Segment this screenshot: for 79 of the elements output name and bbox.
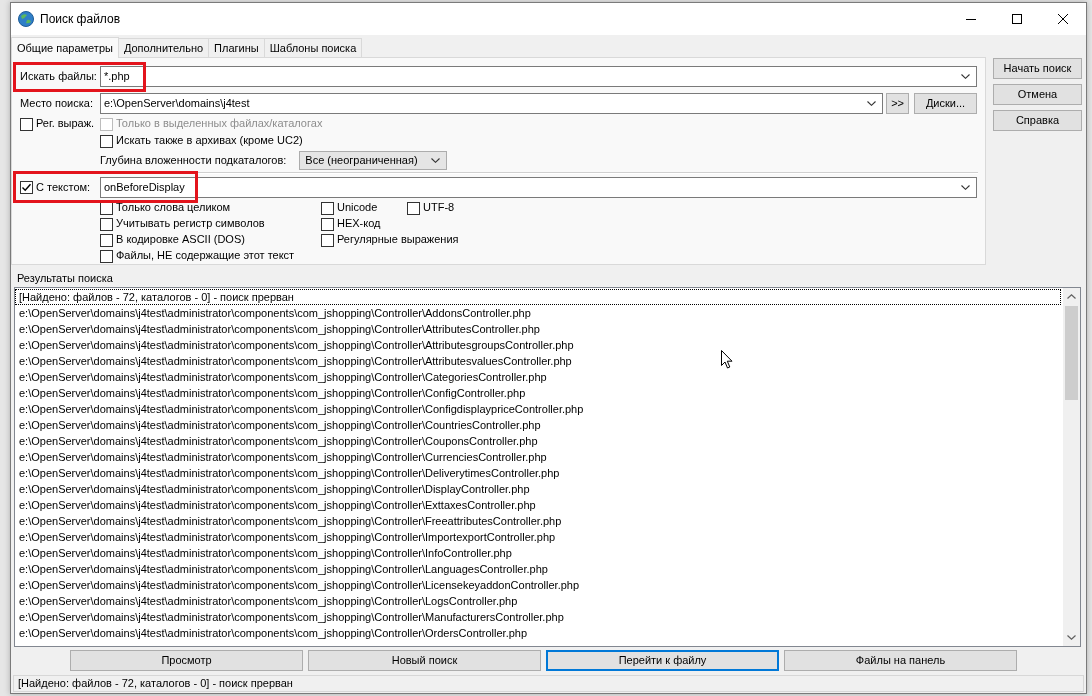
tab[interactable]: Общие параметры — [11, 37, 119, 58]
checkbox-label: Только в выделенных файлах/каталогах — [116, 117, 323, 131]
result-row[interactable]: e:\OpenServer\domains\j4test\administrator\components\com_jshopping\Controller\AddonsController.php — [15, 305, 1061, 321]
result-row[interactable]: e:\OpenServer\domains\j4test\administrator\components\com_jshopping\Controller\InfoController.php — [15, 545, 1061, 561]
result-row[interactable]: e:\OpenServer\domains\j4test\administrator\components\com_jshopping\Controller\ConfigController.php — [15, 385, 1061, 401]
checkbox[interactable] — [100, 217, 113, 231]
result-row[interactable]: e:\OpenServer\domains\j4test\administrator\components\com_jshopping\Controller\OrdersController.php — [15, 625, 1061, 641]
checkbox[interactable] — [100, 134, 113, 148]
tab[interactable]: Шаблоны поиска — [263, 38, 363, 57]
checkbox-label: Рег. выраж. — [36, 117, 95, 131]
checkbox-label: Регулярные выражения — [337, 233, 459, 247]
field-label: Место поиска: — [20, 96, 94, 111]
status-text: [Найдено: файлов - 72, каталогов - 0] - поиск прерван — [18, 677, 293, 689]
checkbox[interactable] — [321, 217, 334, 231]
checkbox[interactable] — [100, 249, 113, 263]
chevron-up-icon[interactable] — [1067, 294, 1076, 299]
result-row[interactable]: e:\OpenServer\domains\j4test\administrator\components\com_jshopping\Controller\AttributesgroupsController.php — [15, 337, 1061, 353]
field-label: Искать файлы: — [20, 69, 98, 84]
search-text-field[interactable]: onBeforeDisplay — [100, 177, 977, 198]
action-button[interactable]: Новый поиск — [308, 650, 541, 671]
checkbox[interactable] — [407, 201, 420, 215]
result-row[interactable]: e:\OpenServer\domains\j4test\administrator\components\com_jshopping\Controller\DeliverytimesController.php — [15, 465, 1061, 481]
checkbox[interactable] — [100, 233, 113, 247]
result-row[interactable]: e:\OpenServer\domains\j4test\administrator\components\com_jshopping\Controller\AttributesController.php — [15, 321, 1061, 337]
maximize-icon — [1012, 14, 1022, 24]
result-row[interactable]: e:\OpenServer\domains\j4test\administrator\components\com_jshopping\Controller\CouponsController.php — [15, 433, 1061, 449]
result-row[interactable]: e:\OpenServer\domains\j4test\administrator\components\com_jshopping\Controller\CategoriesController.php — [15, 369, 1061, 385]
globe-icon — [18, 11, 34, 27]
mouse-cursor-icon — [721, 350, 733, 369]
minimize-icon — [966, 18, 976, 20]
action-button[interactable]: Просмотр — [70, 650, 303, 671]
chevron-down-icon[interactable] — [867, 101, 877, 106]
drives-button[interactable]: Диски... — [914, 93, 977, 114]
checkbox-label: В кодировке ASCII (DOS) — [116, 233, 245, 247]
checkbox-label: Учитывать регистр символов — [116, 217, 265, 231]
result-row[interactable]: e:\OpenServer\domains\j4test\administrator\components\com_jshopping\Controller\AttributesvaluesController.php — [15, 353, 1061, 369]
action-button[interactable]: Перейти к файлу — [546, 650, 779, 671]
checkbox[interactable] — [321, 201, 334, 215]
chevron-down-icon[interactable] — [961, 185, 970, 190]
checkbox-label: Только слова целиком — [116, 201, 231, 215]
result-row[interactable]: e:\OpenServer\domains\j4test\administrator\components\com_jshopping\Controller\FreeattributesController.php — [15, 513, 1061, 529]
result-row[interactable]: e:\OpenServer\domains\j4test\administrator\components\com_jshopping\Controller\ImportexportController.php — [15, 529, 1061, 545]
checkbox-label: UTF-8 — [423, 201, 455, 215]
scrollbar[interactable] — [1063, 288, 1080, 646]
result-row[interactable]: e:\OpenServer\domains\j4test\administrator\components\com_jshopping\Controller\CountriesController.php — [15, 417, 1061, 433]
close-icon — [1058, 14, 1068, 24]
checkbox[interactable] — [20, 117, 33, 131]
checkbox[interactable] — [20, 181, 33, 194]
result-row[interactable]: e:\OpenServer\domains\j4test\administrator\components\com_jshopping\Controller\DisplayController.php — [15, 481, 1061, 497]
depth-select[interactable]: Все (неограниченная) — [299, 151, 448, 170]
action-button[interactable]: Файлы на панель — [784, 650, 1017, 671]
result-row[interactable]: e:\OpenServer\domains\j4test\administrator\components\com_jshopping\Controller\LicensekeyaddonController.php — [15, 577, 1061, 593]
checkbox-label: Искать также в архивах (кроме UC2) — [116, 134, 303, 148]
result-row[interactable]: e:\OpenServer\domains\j4test\administrator\components\com_jshopping\Controller\ExttaxesController.php — [15, 497, 1061, 513]
result-row[interactable]: [Найдено: файлов - 72, каталогов - 0] - поиск прерван — [15, 289, 1061, 305]
browse-button[interactable]: >> — [886, 93, 909, 114]
scrollbar-thumb[interactable] — [1065, 306, 1078, 400]
side-button[interactable]: Справка — [993, 110, 1082, 131]
file-mask-field[interactable]: *.php — [100, 66, 977, 87]
result-row[interactable]: e:\OpenServer\domains\j4test\administrator\components\com_jshopping\Controller\LogsController.php — [15, 593, 1061, 609]
results-title: Результаты поиска — [17, 271, 114, 286]
chevron-down-icon[interactable] — [961, 74, 970, 79]
checkbox-label: Unicode — [337, 201, 378, 215]
result-row[interactable]: e:\OpenServer\domains\j4test\administrator\components\com_jshopping\Controller\ConfigdisplaypriceController.php — [15, 401, 1061, 417]
window-title: Поиск файлов — [40, 11, 121, 27]
checkbox-label: Файлы, НЕ содержащие этот текст — [116, 249, 295, 263]
checkbox[interactable] — [321, 233, 334, 247]
field-label: Глубина вложенности подкаталогов: — [100, 153, 287, 168]
result-row[interactable]: e:\OpenServer\domains\j4test\administrator\components\com_jshopping\Controller\LanguagesController.php — [15, 561, 1061, 577]
tab[interactable]: Дополнительно — [117, 38, 210, 57]
side-button[interactable]: Отмена — [993, 84, 1082, 105]
checkbox-label: С текстом: — [36, 180, 91, 195]
location-field[interactable]: e:\OpenServer\domains\j4test — [100, 93, 884, 114]
chevron-down-icon[interactable] — [1067, 635, 1076, 640]
result-row[interactable]: e:\OpenServer\domains\j4test\administrator\components\com_jshopping\Controller\ManufacturersController.php — [15, 609, 1061, 625]
checkbox-label: HEX-код — [337, 217, 381, 231]
result-row[interactable]: e:\OpenServer\domains\j4test\administrator\components\com_jshopping\Controller\CurrenciesController.php — [15, 449, 1061, 465]
side-button[interactable]: Начать поиск — [993, 58, 1082, 79]
chevron-down-icon[interactable] — [431, 158, 441, 163]
